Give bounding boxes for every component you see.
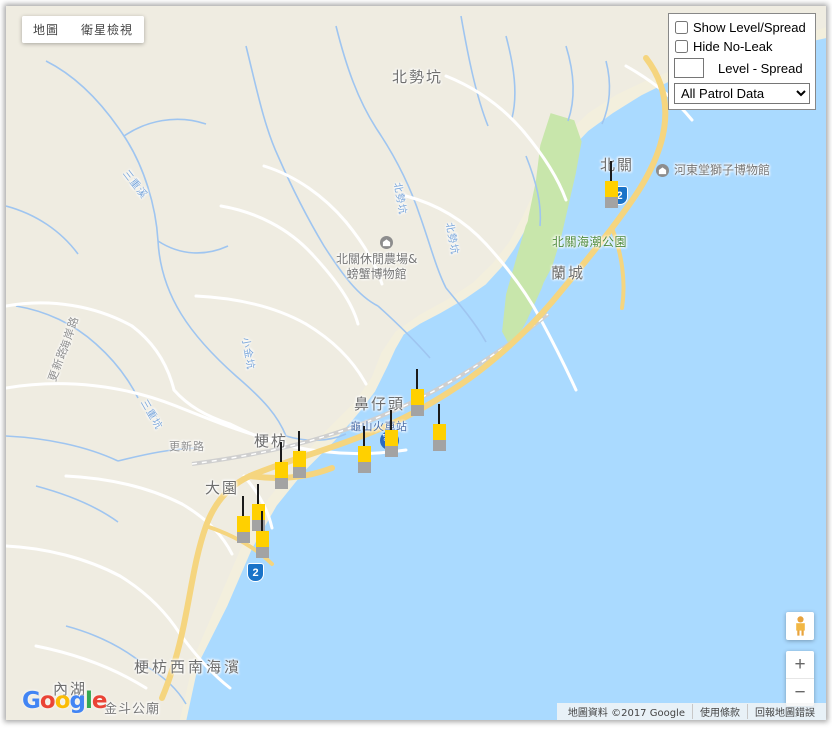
map-canvas[interactable]: 北勢坑 北關 蘭城 梗枋 鼻仔頭 大園 內湖 金斗公廟 梗枋西南海濱 北關海潮公… (6, 6, 826, 720)
marker-level-bar (604, 181, 618, 197)
logo-letter-g1: G (22, 688, 41, 714)
pegman-icon (795, 616, 805, 636)
marker-spread-bar (274, 478, 288, 489)
leak-marker-3[interactable] (432, 404, 446, 451)
marker-spread-bar (357, 462, 371, 473)
marker-antenna (280, 442, 282, 462)
marker-spread-bar (604, 197, 618, 208)
marker-antenna (298, 431, 300, 451)
show-level-spread-label: Show Level/Spread (693, 20, 806, 35)
marker-level-bar (384, 430, 398, 446)
level-spread-swatch[interactable] (674, 58, 704, 78)
level-spread-label: Level - Spread (718, 60, 803, 76)
leak-marker-6[interactable] (274, 442, 288, 489)
marker-level-bar (255, 531, 269, 547)
marker-level-bar (274, 462, 288, 478)
leak-marker-1[interactable] (410, 369, 424, 416)
marker-level-bar (357, 446, 371, 462)
map-frame: 北勢坑 北關 蘭城 梗枋 鼻仔頭 大園 內湖 金斗公廟 梗枋西南海濱 北關海潮公… (6, 6, 826, 720)
attribution-bar: 地圖資料 ©2017 Google 使用條款 回報地圖錯誤 (556, 703, 826, 720)
marker-level-bar (236, 516, 250, 532)
report-error-link[interactable]: 回報地圖錯誤 (747, 704, 822, 719)
leak-marker-5[interactable] (292, 431, 306, 478)
marker-antenna (257, 484, 259, 504)
leak-filter-panel[interactable]: Show Level/Spread Hide No-Leak Level - S… (668, 13, 816, 110)
leak-marker-4[interactable] (357, 426, 371, 473)
street-view-pegman[interactable] (786, 612, 814, 640)
logo-letter-e: e (91, 688, 108, 714)
zoom-control[interactable]: + − (786, 651, 814, 706)
google-logo: Google (22, 688, 108, 714)
marker-spread-bar (432, 440, 446, 451)
zoom-in-button[interactable]: + (786, 651, 814, 678)
museum-icon (656, 164, 669, 177)
marker-antenna (242, 496, 244, 516)
map-data-attribution: 地圖資料 ©2017 Google (567, 708, 685, 719)
leak-marker-2[interactable] (384, 410, 398, 457)
marker-spread-bar (236, 532, 250, 543)
marker-level-bar (432, 424, 446, 440)
leak-marker-beiguan[interactable] (604, 161, 618, 208)
marker-spread-bar (255, 547, 269, 558)
marker-level-bar (292, 451, 306, 467)
zoom-out-button[interactable]: − (786, 679, 814, 706)
hide-no-leak-row[interactable]: Hide No-Leak (674, 37, 810, 56)
hide-no-leak-checkbox[interactable] (675, 40, 688, 53)
satellite-view-button[interactable]: 衛星檢視 (70, 16, 145, 43)
level-spread-row: Level - Spread (674, 57, 810, 79)
map-view-button[interactable]: 地圖 (22, 16, 71, 43)
marker-spread-bar (292, 467, 306, 478)
terms-link[interactable]: 使用條款 (692, 704, 747, 719)
show-level-spread-row[interactable]: Show Level/Spread (674, 18, 810, 37)
logo-letter-o2: o (54, 688, 71, 714)
marker-antenna (363, 426, 365, 446)
show-level-spread-checkbox[interactable] (675, 21, 688, 34)
museum-icon (380, 236, 393, 249)
marker-spread-bar (410, 405, 424, 416)
marker-antenna (610, 161, 612, 181)
marker-spread-bar (384, 446, 398, 457)
marker-antenna (416, 369, 418, 389)
logo-letter-g2: g (69, 688, 87, 714)
marker-antenna (438, 404, 440, 424)
map-type-control[interactable]: 地圖 衛星檢視 (22, 16, 145, 43)
logo-letter-l: l (84, 688, 93, 714)
highway-layer (159, 55, 669, 701)
leak-marker-8[interactable] (236, 496, 250, 543)
highway-shield: 2 (247, 563, 264, 582)
hide-no-leak-label: Hide No-Leak (693, 39, 773, 54)
marker-level-bar (410, 389, 424, 405)
marker-antenna (261, 511, 263, 531)
marker-antenna (390, 410, 392, 430)
leak-marker-9[interactable] (255, 511, 269, 558)
patrol-data-select[interactable]: All Patrol Data (674, 83, 810, 104)
map-screenshot: 北勢坑 北關 蘭城 梗枋 鼻仔頭 大園 內湖 金斗公廟 梗枋西南海濱 北關海潮公… (0, 0, 832, 734)
logo-letter-o1: o (39, 688, 56, 714)
